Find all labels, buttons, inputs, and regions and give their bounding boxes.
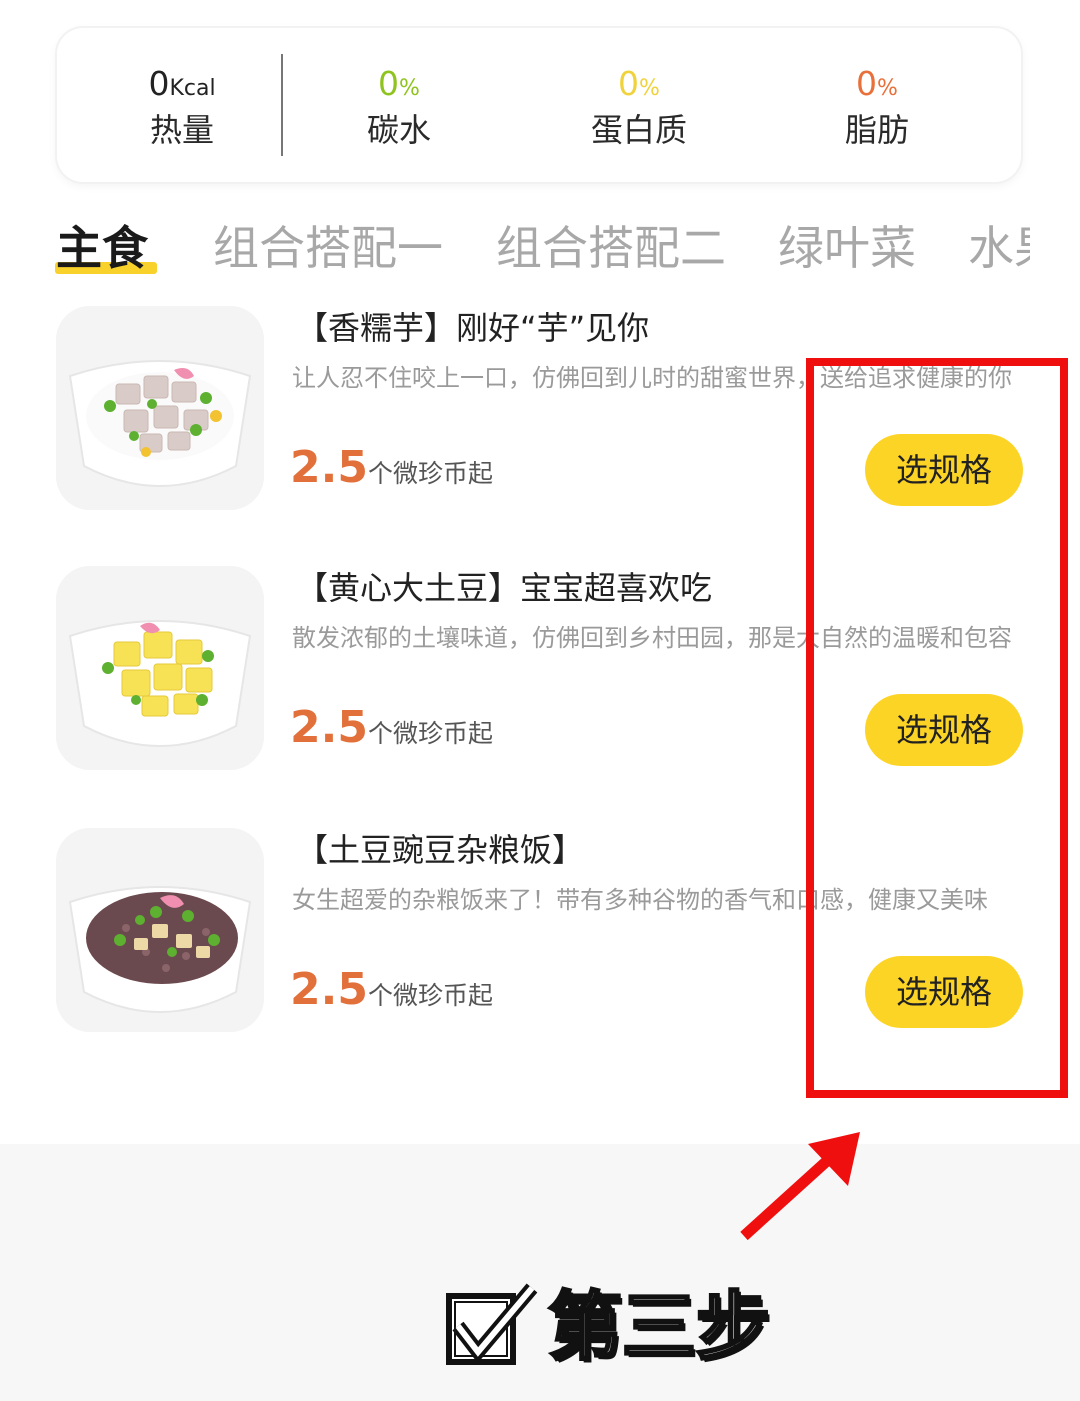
protein-stat: 0% 蛋白质	[569, 28, 709, 182]
fat-value: 0	[856, 64, 878, 103]
protein-unit: %	[639, 76, 660, 101]
protein-value: 0	[618, 64, 640, 103]
carbs-unit: %	[399, 76, 420, 101]
tab-combo-two[interactable]: 组合搭配二	[496, 212, 726, 284]
step-text: 第三步	[547, 1283, 772, 1372]
nutrition-summary-card: 0Kcal 热量 0% 碳水 0% 蛋白质 0% 脂肪	[57, 28, 1021, 182]
product-title: 【香糯芋】刚好“芋”见你	[296, 309, 650, 347]
carbs-value: 0	[378, 64, 400, 103]
product-image[interactable]	[56, 306, 264, 510]
calories-label: 热量	[149, 111, 214, 149]
tab-combo-one[interactable]: 组合搭配一	[213, 212, 443, 284]
tab-fruit[interactable]: 水果	[968, 212, 1030, 284]
arrow-icon	[740, 1132, 860, 1241]
product-price: 2.5个微珍币起	[290, 702, 493, 762]
card-divider	[281, 54, 283, 156]
tab-staple-food[interactable]: 主食	[56, 212, 148, 284]
checkbox-icon	[446, 1283, 538, 1365]
price-unit: 个微珍币起	[367, 459, 493, 488]
price-unit: 个微珍币起	[367, 719, 493, 748]
highlight-box	[806, 358, 1068, 1098]
product-image[interactable]	[56, 828, 264, 1032]
price-value: 2.5	[290, 702, 368, 753]
fat-unit: %	[877, 76, 898, 101]
carbs-stat: 0% 碳水	[329, 28, 469, 182]
bottom-area	[0, 1144, 1080, 1401]
price-value: 2.5	[290, 964, 368, 1015]
product-price: 2.5个微珍币起	[290, 442, 493, 502]
product-title: 【土豆豌豆杂粮饭】	[296, 831, 585, 869]
price-unit: 个微珍币起	[367, 981, 493, 1010]
product-price: 2.5个微珍币起	[290, 964, 493, 1024]
product-image[interactable]	[56, 566, 264, 770]
price-value: 2.5	[290, 442, 368, 493]
tab-leafy-greens[interactable]: 绿叶菜	[778, 212, 916, 284]
protein-label: 蛋白质	[590, 111, 687, 149]
product-title: 【黄心大土豆】宝宝超喜欢吃	[296, 569, 713, 607]
calories-stat: 0Kcal 热量	[112, 28, 252, 182]
fat-label: 脂肪	[844, 111, 909, 149]
fat-stat: 0% 脂肪	[807, 28, 947, 182]
calories-unit: Kcal	[169, 76, 216, 101]
calories-value: 0	[148, 64, 170, 103]
category-tabs: 主食 组合搭配一 组合搭配二 绿叶菜 水果	[0, 212, 1030, 288]
carbs-label: 碳水	[366, 111, 431, 149]
